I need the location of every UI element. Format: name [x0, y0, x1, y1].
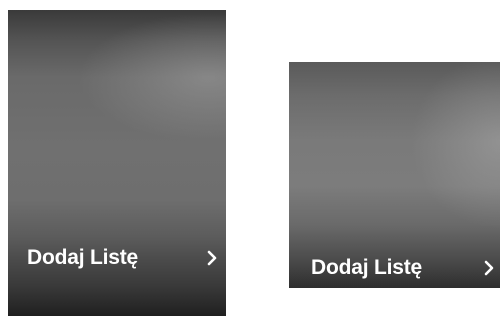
add-list-label: Dodaj Listę	[311, 256, 422, 279]
add-list-card-large[interactable]: Dodaj Listę	[8, 10, 226, 316]
chevron-right-icon	[479, 258, 499, 278]
chevron-right-icon	[202, 248, 222, 268]
add-list-card-small[interactable]: Dodaj Listę	[289, 62, 500, 288]
add-list-label: Dodaj Listę	[27, 246, 138, 269]
